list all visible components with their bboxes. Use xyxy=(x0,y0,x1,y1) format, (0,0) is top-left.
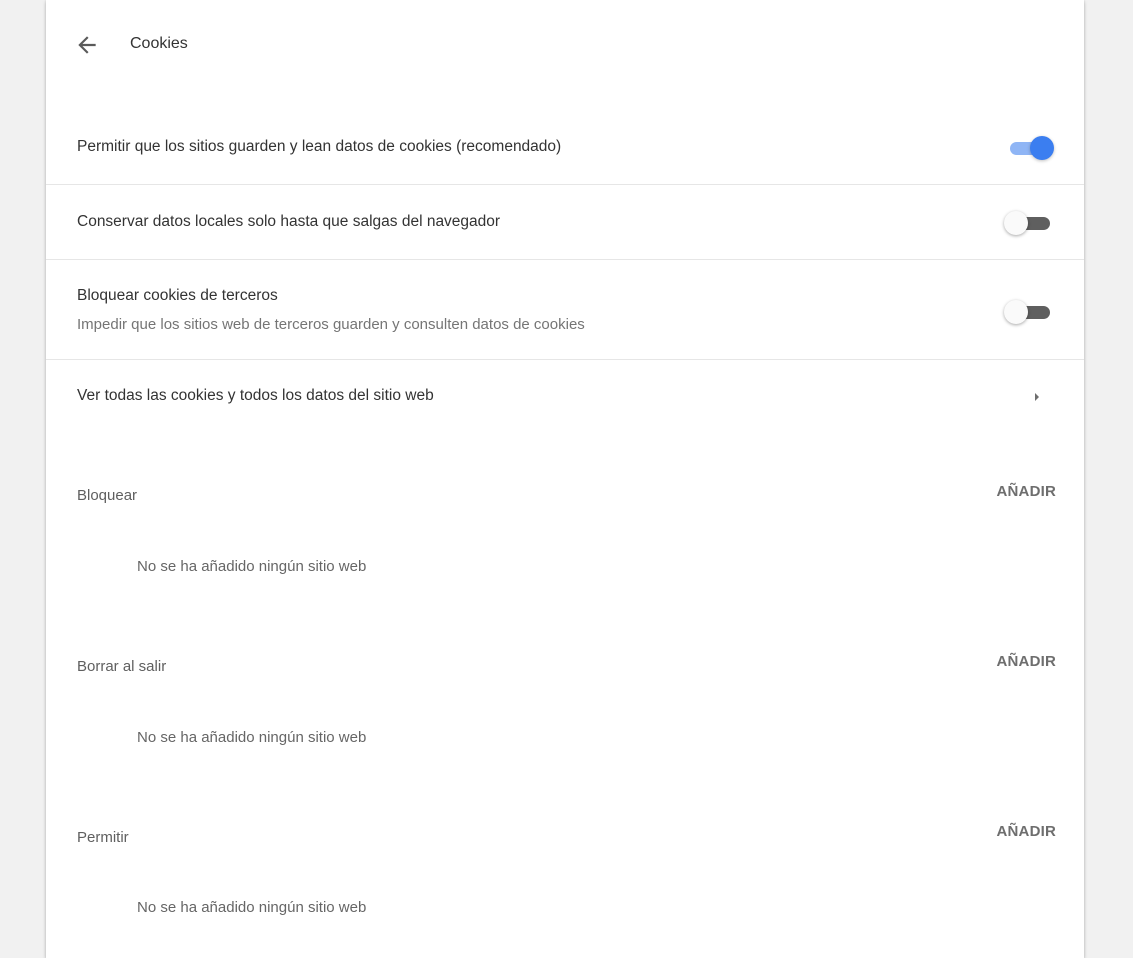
setting-sublabel: Impedir que los sitios web de terceros g… xyxy=(77,316,585,333)
setting-label: Permitir que los sitios guarden y lean d… xyxy=(77,138,562,155)
setting-label: Conservar datos locales solo hasta que s… xyxy=(77,213,501,230)
arrow-right-icon xyxy=(1035,393,1039,401)
page-background: Cookies Permitir que los sitios guarden … xyxy=(0,0,1133,958)
settings-card: Cookies Permitir que los sitios guarden … xyxy=(46,0,1084,958)
setting-row-block-third-party: Bloquear cookies de terceros Impedir que… xyxy=(46,259,1084,359)
setting-row-allow-cookies: Permitir que los sitios guarden y lean d… xyxy=(46,110,1084,184)
section-title-clear-on-exit: Borrar al salir xyxy=(77,658,167,675)
section-title-allow: Permitir xyxy=(77,829,129,846)
empty-message-block: No se ha añadido ningún sitio web xyxy=(137,558,367,575)
setting-row-keep-local-data: Conservar datos locales solo hasta que s… xyxy=(46,184,1084,259)
empty-message-allow: No se ha añadido ningún sitio web xyxy=(137,899,367,916)
page-title: Cookies xyxy=(130,35,188,52)
allow-cookies-toggle[interactable] xyxy=(1004,136,1056,160)
add-block-button[interactable]: AÑADIR xyxy=(996,483,1056,500)
toggle-knob xyxy=(1004,300,1028,324)
setting-label: Bloquear cookies de terceros xyxy=(77,287,278,304)
add-allow-button[interactable]: AÑADIR xyxy=(996,823,1056,840)
toggle-knob xyxy=(1004,211,1028,235)
block-third-party-toggle[interactable] xyxy=(1004,300,1056,324)
arrow-back-icon xyxy=(78,36,96,54)
view-all-cookies-row[interactable]: Ver todas las cookies y todos los datos … xyxy=(46,359,1084,433)
toggle-knob xyxy=(1030,136,1054,160)
add-clear-on-exit-button[interactable]: AÑADIR xyxy=(996,653,1056,670)
empty-message-clear-on-exit: No se ha añadido ningún sitio web xyxy=(137,729,367,746)
view-all-label: Ver todas las cookies y todos los datos … xyxy=(77,387,434,404)
keep-local-data-toggle[interactable] xyxy=(1004,211,1056,235)
section-title-block: Bloquear xyxy=(77,487,138,504)
back-button[interactable] xyxy=(74,32,100,58)
page-header: Cookies xyxy=(46,0,1084,90)
